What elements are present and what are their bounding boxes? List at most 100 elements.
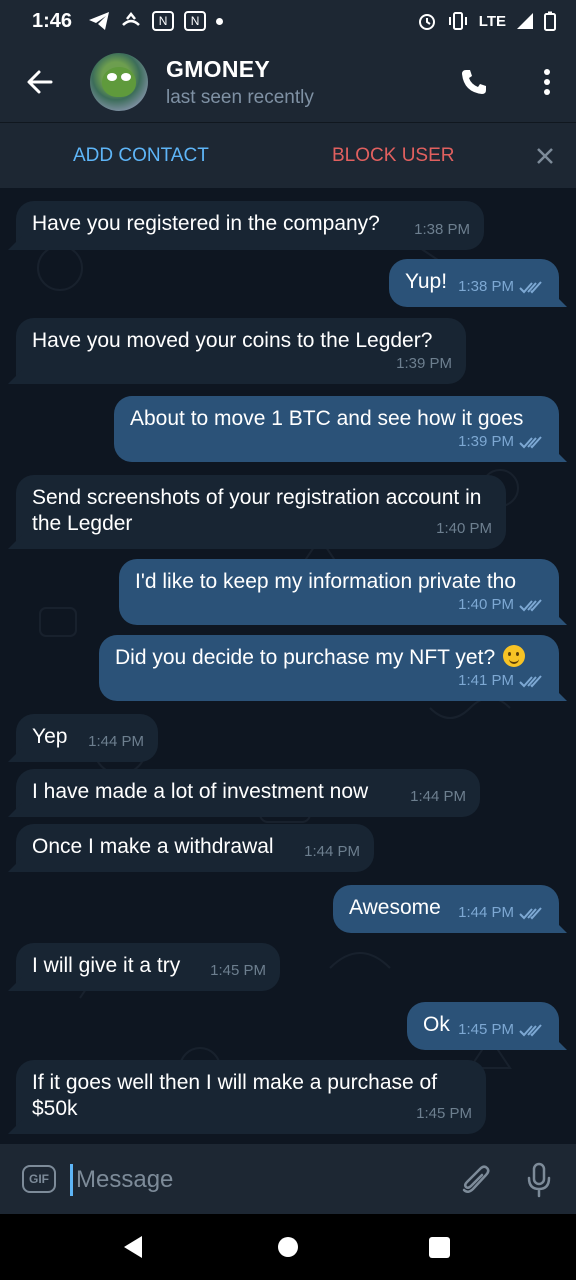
message-bubble-incoming[interactable]: If it goes well then I will make a purch…	[8, 1060, 486, 1134]
message-meta: 1:45 PM	[416, 1101, 472, 1127]
add-contact-button[interactable]: ADD CONTACT	[73, 145, 209, 167]
message-bubble-outgoing[interactable]: Ok 1:45 PM	[407, 1002, 567, 1050]
message-bubble-incoming[interactable]: Have you registered in the company? 1:38…	[8, 201, 484, 250]
avatar[interactable]	[90, 53, 148, 111]
double-check-icon	[519, 907, 542, 920]
message-time: 1:44 PM	[458, 904, 514, 921]
back-triangle-icon[interactable]	[120, 1234, 146, 1260]
message-time: 1:45 PM	[416, 1105, 472, 1122]
contact-info[interactable]: GMONEY last seen recently	[166, 56, 314, 109]
last-seen-status: last seen recently	[166, 86, 314, 108]
message-time: 1:41 PM	[458, 672, 514, 689]
message-bubble-outgoing[interactable]: Did you decide to purchase my NFT yet? 1…	[99, 635, 567, 701]
message-text: Yep	[32, 725, 68, 748]
double-check-icon	[519, 436, 542, 449]
status-time: 1:46	[32, 9, 73, 32]
message-meta: 1:44 PM	[458, 900, 545, 926]
message-time: 1:45 PM	[210, 962, 266, 979]
back-button[interactable]	[8, 50, 72, 114]
recents-square-icon[interactable]	[429, 1237, 450, 1258]
notification-icons: N N	[88, 11, 224, 31]
message-bubble-outgoing[interactable]: About to move 1 BTC and see how it goes …	[114, 396, 567, 462]
message-bubble-incoming[interactable]: Once I make a withdrawal 1:44 PM	[8, 824, 374, 872]
message-text: Have you moved your coins to the Legder?	[32, 329, 433, 352]
message-time: 1:44 PM	[410, 788, 466, 805]
network-type: LTE	[478, 12, 506, 30]
message-input[interactable]	[76, 1162, 436, 1198]
message-meta: 1:44 PM	[410, 784, 466, 810]
message-text: I'd like to keep my information private …	[135, 570, 517, 593]
message-text: If it goes well then I will make a purch…	[32, 1071, 438, 1120]
message-time: 1:39 PM	[458, 433, 514, 450]
n-icon: N	[152, 11, 175, 31]
text-cursor	[70, 1164, 73, 1196]
contact-name: GMONEY	[166, 55, 271, 82]
message-meta: 1:38 PM	[458, 274, 545, 300]
message-time: 1:38 PM	[458, 278, 514, 295]
block-user-button[interactable]: BLOCK USER	[332, 145, 454, 167]
message-meta: 1:44 PM	[88, 729, 144, 755]
message-list[interactable]: Have you registered in the company? 1:38…	[0, 188, 576, 1144]
attach-button[interactable]	[458, 1162, 492, 1198]
signal-icon	[517, 13, 533, 29]
close-icon	[537, 147, 553, 164]
double-check-icon	[519, 599, 542, 612]
chat-header: GMONEY last seen recently	[0, 42, 576, 122]
message-time: 1:45 PM	[458, 1021, 514, 1038]
message-bubble-incoming[interactable]: I will give it a try 1:45 PM	[8, 943, 280, 991]
message-bubble-outgoing[interactable]: Awesome 1:44 PM	[333, 885, 567, 933]
status-bar: 1:46 N N LTE	[0, 0, 576, 42]
message-text: Awesome	[349, 896, 441, 919]
message-text: I will give it a try	[32, 954, 181, 977]
message-text: Did you decide to purchase my NFT yet?	[115, 646, 496, 669]
home-circle-icon[interactable]	[278, 1237, 298, 1257]
message-bubble-incoming[interactable]: Send screenshots of your registration ac…	[8, 475, 506, 549]
message-bubble-incoming[interactable]: I have made a lot of investment now 1:44…	[8, 769, 480, 817]
message-text: Once I make a withdrawal	[32, 835, 274, 858]
message-bubble-incoming[interactable]: Have you moved your coins to the Legder?…	[8, 318, 466, 384]
call-forward-icon	[122, 11, 140, 26]
avatar-image	[102, 67, 136, 97]
message-meta: 1:41 PM	[458, 668, 545, 694]
message-bubble-outgoing[interactable]: I'd like to keep my information private …	[119, 559, 567, 625]
message-time: 1:39 PM	[396, 355, 452, 372]
phone-icon	[462, 70, 486, 94]
message-meta: 1:44 PM	[304, 839, 360, 865]
message-time: 1:38 PM	[414, 221, 470, 238]
voice-message-button[interactable]	[520, 1160, 558, 1200]
gif-label: GIF	[29, 1172, 49, 1186]
n-icon: N	[184, 11, 207, 31]
vibrate-icon	[448, 12, 467, 30]
message-text: Yup!	[405, 270, 448, 293]
message-text: I have made a lot of investment now	[32, 780, 369, 803]
message-text: About to move 1 BTC and see how it goes	[130, 407, 524, 430]
message-text: Have you registered in the company?	[32, 212, 380, 235]
message-time: 1:40 PM	[436, 520, 492, 537]
microphone-icon	[527, 1162, 551, 1198]
message-meta: 1:40 PM	[458, 592, 545, 618]
message-composer: GIF	[0, 1144, 576, 1214]
message-time: 1:40 PM	[458, 596, 514, 613]
message-time: 1:44 PM	[304, 843, 360, 860]
message-meta: 1:45 PM	[210, 958, 266, 984]
more-options-button[interactable]	[532, 58, 562, 106]
alarm-icon	[418, 14, 435, 30]
smiling-face-emoji-icon	[502, 645, 525, 667]
message-meta: 1:39 PM	[458, 429, 545, 455]
message-bubble-incoming[interactable]: Yep 1:44 PM	[8, 714, 158, 762]
message-text: Send screenshots of your registration ac…	[32, 486, 482, 535]
telegram-icon	[89, 12, 110, 30]
double-check-icon	[519, 1024, 542, 1037]
arrow-left-icon	[27, 70, 53, 94]
system-icons: LTE	[417, 11, 556, 31]
contact-action-bar: ADD CONTACT BLOCK USER	[0, 122, 576, 188]
close-action-bar-button[interactable]	[530, 141, 560, 171]
battery-icon	[544, 11, 556, 31]
message-bubble-outgoing[interactable]: Yup! 1:38 PM	[389, 259, 567, 307]
gif-button[interactable]: GIF	[22, 1165, 56, 1193]
double-check-icon	[519, 281, 542, 294]
call-button[interactable]	[450, 58, 498, 106]
message-text: Ok	[423, 1013, 450, 1036]
message-meta: 1:45 PM	[458, 1017, 545, 1043]
message-meta: 1:38 PM	[414, 217, 470, 243]
